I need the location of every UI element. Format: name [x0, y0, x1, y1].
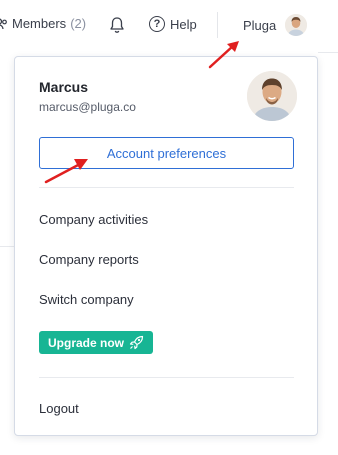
background-divider — [318, 52, 338, 53]
account-menu-button[interactable]: Pluga — [243, 14, 308, 36]
divider — [39, 187, 294, 188]
user-email: marcus@pluga.co — [39, 100, 136, 114]
help-label: Help — [170, 16, 197, 32]
avatar — [285, 14, 308, 36]
divider — [39, 377, 294, 378]
help-button[interactable]: ? Help — [149, 16, 197, 32]
members-button[interactable]: Members (2) — [0, 16, 86, 31]
rocket-icon — [129, 335, 144, 350]
annotation-arrow — [208, 41, 239, 69]
members-icon — [0, 18, 7, 29]
members-label: Members — [12, 16, 67, 31]
members-count: (2) — [70, 16, 87, 31]
account-dropdown: Marcus marcus@pluga.co Account preferenc… — [14, 56, 318, 436]
account-name: Pluga — [243, 17, 277, 33]
bell-icon — [110, 17, 124, 33]
help-icon: ? — [149, 16, 165, 32]
notifications-button[interactable] — [109, 16, 125, 34]
menu-item-company-reports[interactable]: Company reports — [39, 252, 139, 267]
profile-avatar — [247, 71, 297, 121]
menu-item-company-activities[interactable]: Company activities — [39, 212, 148, 227]
menu-item-switch-company[interactable]: Switch company — [39, 292, 134, 307]
logout-link[interactable]: Logout — [39, 401, 79, 416]
upgrade-now-button[interactable]: Upgrade now — [39, 331, 154, 354]
user-name: Marcus — [39, 79, 89, 95]
upgrade-label: Upgrade now — [48, 335, 125, 350]
annotation-arrow — [44, 159, 88, 184]
top-bar: Members (2) ? Help Pluga — [0, 0, 338, 52]
background-divider — [0, 246, 14, 247]
topbar-divider — [217, 12, 218, 38]
